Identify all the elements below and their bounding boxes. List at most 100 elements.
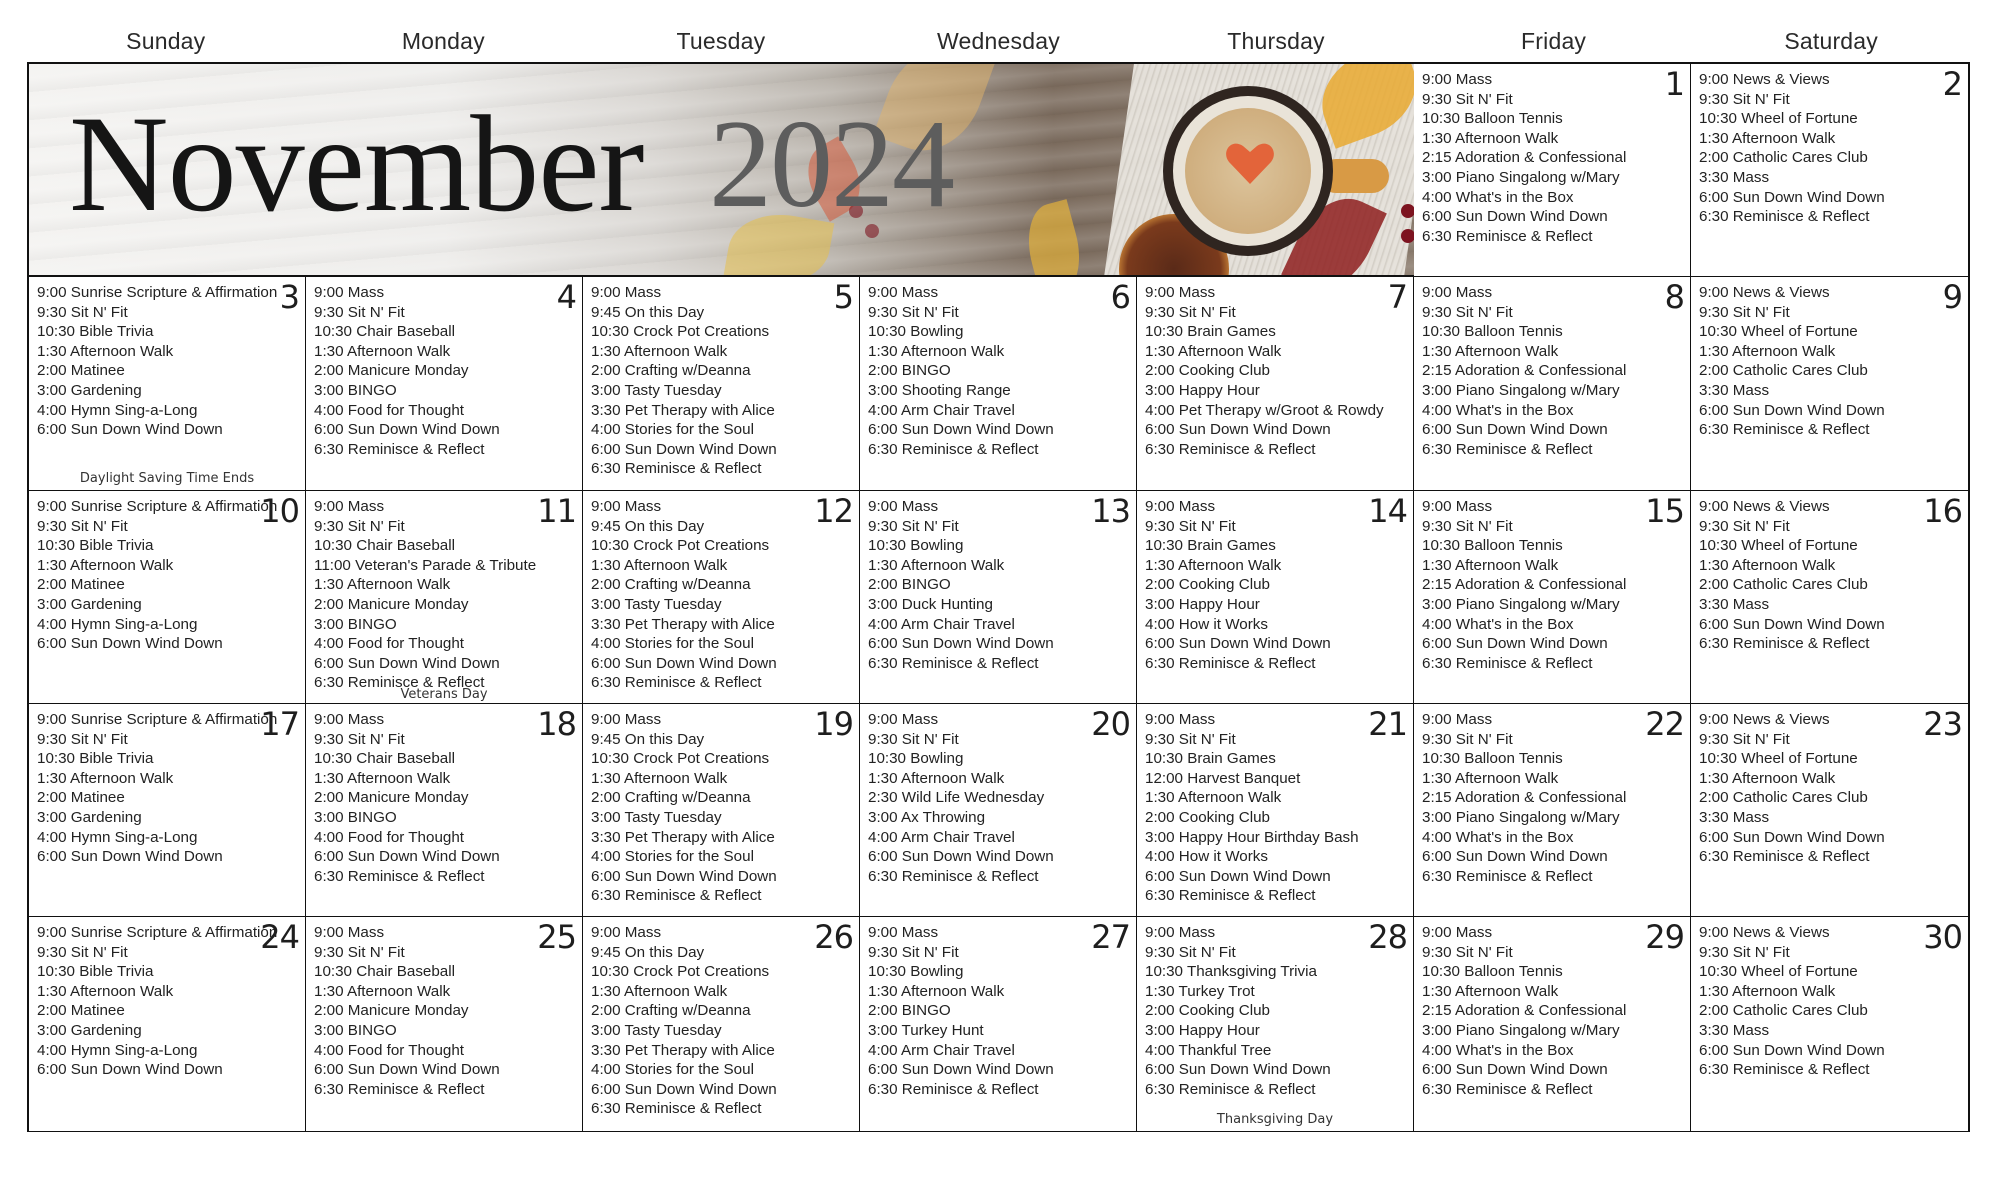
event-item: 4:00 What's in the Box	[1422, 615, 1574, 633]
event-item: 10:30 Bowling	[868, 963, 964, 981]
day-number: 19	[814, 705, 854, 743]
day-number: 10	[260, 492, 300, 530]
day-cell[interactable]: 9:00 News & Views 9:30 Sit N' Fit 10:30 Wh…	[1691, 704, 1968, 918]
day-cell[interactable]: 9:00 News & Views 9:30 Sit N' Fit 10:30 Wh…	[1691, 277, 1968, 492]
event-item: 3:00 Piano Singalong w/Mary	[1422, 168, 1620, 186]
event-item: 6:30 Reminisce & Reflect	[591, 1100, 762, 1118]
day-cell[interactable]: 9:00 Mass 9:30 Sit N' Fit 10:30 Balloon Te…	[1414, 64, 1692, 278]
day-cell[interactable]: 9:00 News & Views 9:30 Sit N' Fit 10:30 Wh…	[1691, 491, 1968, 705]
day-cell[interactable]: 9:00 Mass 9:30 Sit N' Fit 10:30 Balloon Te…	[1414, 917, 1692, 1131]
day-cell[interactable]: 9:00 Mass 9:30 Sit N' Fit 10:30 Brain Game…	[1137, 491, 1415, 705]
event-item: 9:00 Mass	[1422, 498, 1493, 515]
event-item: 4:00 Thankful Tree	[1145, 1041, 1272, 1059]
day-cell[interactable]: 9:00 Mass 9:30 Sit N' Fit 10:30 Brain Game…	[1137, 704, 1415, 918]
event-item: 9:30 Sit N' Fit	[37, 730, 128, 748]
event-item: 9:30 Sit N' Fit	[37, 303, 128, 321]
day-cell[interactable]: 9:00 Mass 9:45 On this Day 10:30 Crock Pot…	[583, 704, 861, 918]
event-item: 3:30 Mass	[1699, 381, 1770, 399]
event-item: 10:30 Brain Games	[1145, 323, 1276, 341]
event-item: 9:30 Sit N' Fit	[1422, 90, 1513, 108]
event-item: 3:00 Piano Singalong w/Mary	[1422, 808, 1620, 826]
event-item: 10:30 Bowling	[868, 537, 964, 555]
event-list: 9:00 News & Views 9:30 Sit N' Fit 10:30 Wh…	[1699, 497, 1885, 654]
event-item: 6:30 Reminisce & Reflect	[1145, 654, 1316, 672]
event-item: 1:30 Afternoon Walk	[868, 769, 1005, 787]
event-list: 9:00 Mass 9:30 Sit N' Fit 10:30 Bowling 1:3…	[868, 923, 1054, 1099]
event-item: 10:30 Balloon Tennis	[1422, 323, 1563, 341]
berry-image	[1401, 229, 1414, 243]
event-item: 2:15 Adoration & Confessional	[1422, 362, 1627, 380]
event-item: 6:30 Reminisce & Reflect	[868, 654, 1039, 672]
day-cell[interactable]: 9:00 Mass 9:30 Sit N' Fit 10:30 Chair Base…	[306, 491, 584, 705]
day-cell[interactable]: 9:00 Mass 9:30 Sit N' Fit 10:30 Balloon Te…	[1414, 704, 1692, 918]
day-cell[interactable]: 9:00 Mass 9:30 Sit N' Fit 10:30 Brain Game…	[1137, 277, 1415, 492]
event-list: 9:00 Mass 9:30 Sit N' Fit 10:30 Thanksgivi…	[1145, 923, 1331, 1099]
day-cell[interactable]: 9:00 Sunrise Scripture & Affirmation 9:30…	[29, 491, 307, 705]
event-item: 3:30 Pet Therapy with Alice	[591, 615, 775, 633]
event-item: 9:00 News & Views	[1699, 71, 1830, 88]
event-item: 3:00 BINGO	[314, 808, 397, 826]
event-item: 3:30 Mass	[1699, 808, 1770, 826]
event-item: 4:00 Hymn Sing-a-Long	[37, 1041, 198, 1059]
day-cell[interactable]: 9:00 Mass 9:30 Sit N' Fit 10:30 Bowling 1:3…	[860, 917, 1138, 1131]
event-item: 9:00 Mass	[1145, 924, 1216, 941]
event-list: 9:00 Mass 9:45 On this Day 10:30 Crock Pot…	[591, 710, 777, 906]
day-cell[interactable]: 9:00 Mass 9:30 Sit N' Fit 10:30 Chair Base…	[306, 277, 584, 492]
day-number: 30	[1923, 918, 1963, 956]
event-item: 6:00 Sun Down Wind Down	[37, 635, 223, 653]
day-cell[interactable]: 9:00 News & Views 9:30 Sit N' Fit 10:30 Wh…	[1691, 64, 1968, 278]
day-cell[interactable]: 9:00 Mass 9:30 Sit N' Fit 10:30 Bowling 1:3…	[860, 704, 1138, 918]
event-item: 1:30 Afternoon Walk	[591, 342, 728, 360]
day-cell[interactable]: 9:00 Mass 9:30 Sit N' Fit 10:30 Chair Base…	[306, 704, 584, 918]
day-cell[interactable]: 9:00 Sunrise Scripture & Affirmation 9:30…	[29, 917, 307, 1131]
event-item: 2:00 Cooking Club	[1145, 362, 1270, 380]
event-item: 3:00 BINGO	[314, 1021, 397, 1039]
day-cell[interactable]: 9:00 Mass 9:45 On this Day 10:30 Crock Pot…	[583, 917, 861, 1131]
event-item: 9:00 Sunrise Scripture & Affirmation	[37, 284, 278, 301]
event-item: 3:30 Pet Therapy with Alice	[591, 1041, 775, 1059]
year-title: 2024	[709, 95, 955, 234]
event-item: 4:00 Pet Therapy w/Groot & Rowdy	[1145, 401, 1384, 419]
event-item: 6:00 Sun Down Wind Down	[1699, 615, 1885, 633]
day-cell[interactable]: 9:00 Sunrise Scripture & Affirmation 9:30…	[29, 277, 307, 492]
event-item: 2:00 Crafting w/Deanna	[591, 362, 751, 380]
event-list: 9:00 News & Views 9:30 Sit N' Fit 10:30 Wh…	[1699, 923, 1885, 1080]
month-title: November	[69, 87, 644, 240]
event-item: 6:30 Reminisce & Reflect	[1699, 848, 1870, 866]
event-item: 6:30 Reminisce & Reflect	[1699, 421, 1870, 439]
event-item: 1:30 Afternoon Walk	[1422, 769, 1559, 787]
event-item: 2:00 BINGO	[868, 362, 951, 380]
event-item: 9:30 Sit N' Fit	[37, 517, 128, 535]
day-cell[interactable]: 9:00 Mass 9:30 Sit N' Fit 10:30 Bowling 1:3…	[860, 277, 1138, 492]
event-item: 2:00 BINGO	[868, 1002, 951, 1020]
event-item: 9:30 Sit N' Fit	[1699, 943, 1790, 961]
holiday-note: Daylight Saving Time Ends	[79, 471, 255, 486]
day-cell[interactable]: 9:00 Sunrise Scripture & Affirmation 9:30…	[29, 704, 307, 918]
event-item: 3:00 Tasty Tuesday	[591, 1021, 722, 1039]
event-list: 9:00 Sunrise Scripture & Affirmation 9:30…	[37, 497, 277, 654]
day-cell[interactable]: 9:00 Mass 9:30 Sit N' Fit 10:30 Balloon Te…	[1414, 491, 1692, 705]
event-item: 10:30 Chair Baseball	[314, 963, 455, 981]
event-item: 6:00 Sun Down Wind Down	[1145, 421, 1331, 439]
event-item: 6:30 Reminisce & Reflect	[1422, 440, 1593, 458]
event-item: 3:00 Piano Singalong w/Mary	[1422, 1021, 1620, 1039]
weekday-wednesday: Wednesday	[937, 28, 1060, 54]
event-list: 9:00 Mass 9:30 Sit N' Fit 10:30 Bowling 1:3…	[868, 497, 1054, 673]
event-list: 9:00 Mass 9:30 Sit N' Fit 10:30 Balloon Te…	[1422, 70, 1626, 246]
day-cell[interactable]: 9:00 News & Views 9:30 Sit N' Fit 10:30 Wh…	[1691, 917, 1968, 1131]
event-item: 9:00 Mass	[314, 498, 385, 515]
day-cell[interactable]: 9:00 Mass 9:30 Sit N' Fit 10:30 Balloon Te…	[1414, 277, 1692, 492]
day-cell[interactable]: 9:00 Mass 9:30 Sit N' Fit 10:30 Bowling 1:3…	[860, 491, 1138, 705]
event-item: 3:00 Happy Hour	[1145, 595, 1260, 613]
event-item: 10:30 Crock Pot Creations	[591, 963, 770, 981]
event-item: 4:00 Arm Chair Travel	[868, 615, 1015, 633]
day-cell[interactable]: 9:00 Mass 9:30 Sit N' Fit 10:30 Thanksgivi…	[1137, 917, 1415, 1131]
day-cell[interactable]: 9:00 Mass 9:45 On this Day 10:30 Crock Pot…	[583, 277, 861, 492]
event-item: 9:30 Sit N' Fit	[1422, 517, 1513, 535]
event-item: 6:00 Sun Down Wind Down	[1422, 421, 1608, 439]
event-item: 1:30 Afternoon Walk	[1699, 129, 1836, 147]
day-cell[interactable]: 9:00 Mass 9:45 On this Day 10:30 Crock Pot…	[583, 491, 861, 705]
day-cell[interactable]: 9:00 Mass 9:30 Sit N' Fit 10:30 Chair Base…	[306, 917, 584, 1131]
event-item: 4:00 What's in the Box	[1422, 188, 1574, 206]
event-item: 9:00 Sunrise Scripture & Affirmation	[37, 711, 278, 728]
